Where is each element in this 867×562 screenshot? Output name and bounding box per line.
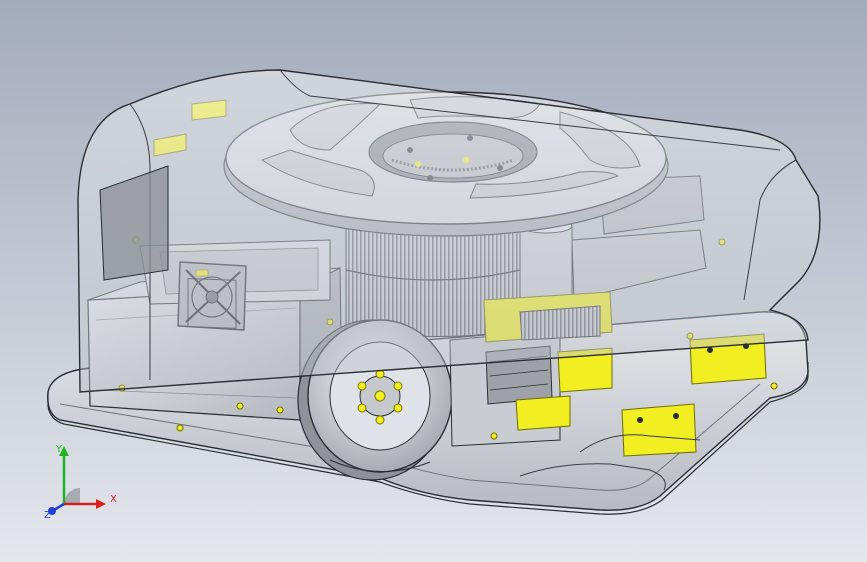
y-axis-label: Y (55, 444, 63, 455)
z-axis-label: Z (44, 510, 51, 520)
cad-viewport[interactable]: Y X Z (0, 0, 867, 562)
triad-plane (64, 488, 80, 504)
x-axis-label: X (110, 494, 117, 505)
robot-chassis-model[interactable] (0, 0, 867, 562)
x-axis-arrow-icon (96, 499, 106, 509)
orientation-triad: Y X Z (44, 444, 117, 520)
